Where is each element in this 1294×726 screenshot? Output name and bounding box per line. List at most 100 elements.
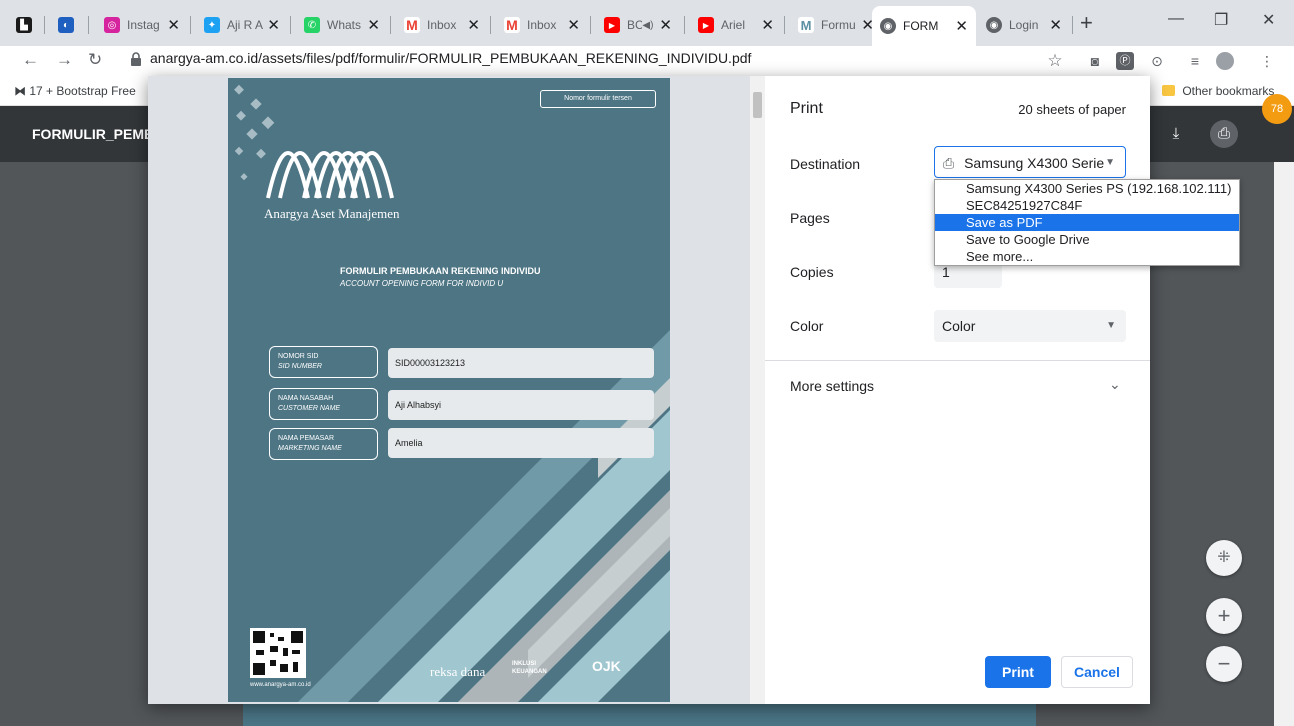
sheet-count: 20 sheets of paper [1018, 102, 1126, 117]
bookmark-other[interactable]: Other bookmarks [1162, 84, 1274, 98]
form-subheading: ACCOUNT OPENING FORM FOR INDIVID U [340, 279, 504, 288]
close-tab-icon[interactable]: ✕ [567, 16, 580, 34]
field-value-marketing: Amelia [388, 428, 654, 458]
tab-gmail-1[interactable]: M Inbox ✕ [396, 8, 488, 42]
app-icon: ▙ [16, 17, 32, 33]
preview-page: Nomor formulir tersen Anargya Aset Manaj… [228, 78, 670, 702]
close-tab-icon[interactable]: ✕ [267, 16, 280, 34]
pdf-scrollbar[interactable] [1274, 162, 1294, 726]
close-tab-icon[interactable]: ✕ [659, 16, 672, 34]
color-select[interactable]: Color ▼ [934, 310, 1126, 342]
extension-icon[interactable]: ⊙ [1148, 52, 1166, 70]
close-tab-icon[interactable]: ✕ [467, 16, 480, 34]
destination-option[interactable]: Save to Google Drive [935, 231, 1239, 248]
tab-strip: ▙ ◐ ◎ Instag ✕ ✦ Aji R A ✕ ✆ Whats ✕ M I… [0, 0, 1294, 46]
tab-active-form[interactable]: ◉ FORM ✕ [872, 6, 976, 46]
twitter-icon: ✦ [204, 17, 220, 33]
tab-title: Formu [821, 18, 856, 32]
menu-icon[interactable]: ⋮ [1258, 52, 1276, 70]
star-icon[interactable]: ☆ [1046, 52, 1064, 70]
tab-youtube-2[interactable]: ▶ Ariel ✕ [690, 8, 782, 42]
close-tab-icon[interactable]: ✕ [955, 17, 968, 35]
gmail-icon: M [404, 17, 420, 33]
destination-option[interactable]: Samsung X4300 Series PS (192.168.102.111… [935, 180, 1239, 197]
zoom-in-button[interactable]: + [1206, 598, 1242, 634]
tab-pinned-1[interactable]: ▙ [8, 8, 42, 42]
tab-title: Ariel [721, 18, 746, 32]
pdf-page-behind [243, 702, 1036, 726]
print-button[interactable]: Print [985, 656, 1051, 688]
close-tab-icon[interactable]: ✕ [761, 16, 774, 34]
tab-title: FORM [903, 19, 939, 33]
reload-button[interactable]: ↻ [88, 50, 102, 70]
new-tab-button[interactable]: + [1080, 10, 1093, 36]
youtube-icon: ▶ [698, 17, 714, 33]
extension-icon[interactable]: Ⓟ [1116, 52, 1134, 70]
fit-page-button[interactable]: ⁜ [1206, 540, 1242, 576]
color-label: Color [790, 318, 824, 334]
copies-label: Copies [790, 264, 834, 280]
field-label-customer: NAMA NASABAH CUSTOMER NAME [269, 388, 378, 420]
tab-title: Aji R A [227, 18, 264, 32]
close-tab-icon[interactable]: ✕ [1049, 16, 1062, 34]
forward-button[interactable]: → [56, 50, 73, 70]
camera-icon[interactable]: ◙ [1086, 52, 1104, 70]
print-icon[interactable]: ⎙ [1210, 120, 1238, 148]
ojk-logo: OJK [592, 658, 621, 674]
notification-badge[interactable]: 78 [1262, 94, 1292, 124]
tab-title: Whats [327, 18, 362, 32]
cancel-button[interactable]: Cancel [1061, 656, 1133, 688]
lock-icon [131, 52, 141, 66]
destination-option-selected[interactable]: Save as PDF [935, 214, 1239, 231]
reading-list-icon[interactable]: ≡ [1186, 52, 1204, 70]
chevron-down-icon: ▼ [1105, 157, 1115, 168]
destination-dropdown: Samsung X4300 Series PS (192.168.102.111… [934, 179, 1240, 266]
tab-title: BC [627, 18, 643, 32]
minimize-button[interactable]: — [1168, 10, 1184, 28]
more-settings-toggle[interactable]: More settings [790, 378, 874, 394]
field-label-sid: NOMOR SID SID NUMBER [269, 346, 378, 378]
inklusi-keuangan-logo: INKLUSI KEUANGAN [512, 661, 547, 675]
gmail-icon: M [504, 17, 520, 33]
print-dialog: Nomor formulir tersen Anargya Aset Manaj… [148, 76, 1240, 704]
print-title: Print [790, 100, 823, 117]
anargya-icon: M [798, 17, 814, 33]
download-icon[interactable]: ⤓ [1162, 120, 1190, 148]
tab-title: Inbox [527, 18, 557, 32]
close-tab-icon[interactable]: ✕ [367, 16, 380, 34]
website-text: www.anargya-am.co.id [250, 682, 311, 688]
address-bar[interactable]: anargya-am.co.id/assets/files/pdf/formul… [150, 50, 751, 66]
destination-option[interactable]: See more... [935, 248, 1239, 265]
tab-anargya-form[interactable]: M Formu ✕ [790, 8, 882, 42]
bookmark-label: 17 + Bootstrap Free [29, 84, 136, 98]
close-window-button[interactable]: ✕ [1262, 10, 1275, 30]
tab-twitter[interactable]: ✦ Aji R A ✕ [196, 8, 288, 42]
zoom-out-button[interactable]: − [1206, 646, 1242, 682]
bookmark-bootstrap[interactable]: ⧓ 17 + Bootstrap Free [14, 84, 136, 98]
tab-whatsapp[interactable]: ✆ Whats ✕ [296, 8, 388, 42]
preview-scrollbar[interactable] [750, 76, 765, 704]
close-tab-icon[interactable]: ✕ [167, 16, 180, 34]
bookmark-label: Other bookmarks [1182, 84, 1275, 98]
tab-youtube-1[interactable]: ▶ BC ◀) ✕ [596, 8, 680, 42]
restore-button[interactable]: ❐ [1214, 10, 1228, 30]
audio-icon[interactable]: ◀) [642, 20, 653, 31]
preview-scroll-thumb[interactable] [753, 92, 762, 118]
tab-pinned-2[interactable]: ◐ [50, 8, 84, 42]
youtube-icon: ▶ [604, 17, 620, 33]
pdf-title: FORMULIR_PEMBU [32, 126, 165, 142]
destination-option[interactable]: SEC84251927C84F [935, 197, 1239, 214]
destination-value: Samsung X4300 Serie [964, 155, 1105, 171]
bootstrap-icon: ⧓ [14, 84, 26, 98]
print-settings: Print 20 sheets of paper Destination ⎙ S… [765, 76, 1240, 704]
destination-select[interactable]: ⎙ Samsung X4300 Serie ▼ [934, 146, 1126, 178]
tab-gmail-2[interactable]: M Inbox ✕ [496, 8, 588, 42]
tab-instagram[interactable]: ◎ Instag ✕ [96, 8, 188, 42]
tab-login[interactable]: ◉ Login ✕ [978, 8, 1070, 42]
color-value: Color [942, 318, 976, 334]
instagram-icon: ◎ [104, 17, 120, 33]
profile-avatar[interactable] [1216, 52, 1234, 70]
form-number-box: Nomor formulir tersen [540, 90, 656, 108]
chevron-down-icon[interactable]: ⌄ [1109, 376, 1121, 393]
back-button[interactable]: ← [22, 50, 39, 70]
